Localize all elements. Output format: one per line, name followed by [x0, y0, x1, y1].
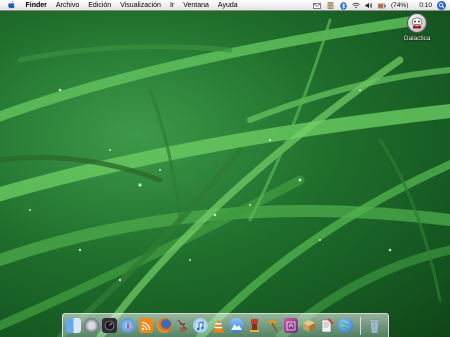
menu-archivo[interactable]: Archivo — [51, 0, 83, 11]
package-icon[interactable] — [302, 318, 317, 333]
network-globe-icon[interactable] — [337, 318, 353, 333]
firefox-icon[interactable] — [156, 318, 172, 333]
system-preferences-icon[interactable] — [84, 318, 100, 333]
menu-clock[interactable]: 0:10 — [419, 2, 432, 9]
rss-icon[interactable] — [138, 318, 154, 333]
menu-visualizacion[interactable]: Visualización — [116, 0, 166, 11]
volume-icon[interactable] — [365, 2, 373, 9]
trash-icon[interactable] — [367, 318, 382, 333]
dock-separator — [360, 316, 361, 335]
automator-icon[interactable] — [175, 318, 190, 333]
menu-ayuda[interactable]: Ayuda — [213, 0, 242, 11]
menu-edicion[interactable]: Edición — [84, 0, 116, 11]
menu-finder[interactable]: Finder — [21, 0, 51, 11]
hammer-icon[interactable] — [265, 318, 280, 333]
dock — [62, 313, 389, 337]
menu-ir[interactable]: Ir — [165, 0, 178, 11]
bluetooth-icon[interactable] — [339, 1, 347, 10]
hard-drive-icon — [407, 13, 427, 33]
mail-icon[interactable] — [313, 2, 321, 9]
menu-extras: (74%) 0:10 — [313, 0, 446, 11]
script-editor-icon[interactable] — [320, 318, 335, 333]
desktop-icon-galactica[interactable]: Galactica — [399, 13, 435, 42]
iphoto-icon[interactable] — [229, 318, 245, 333]
safari-icon[interactable] — [120, 318, 136, 333]
desktop-wallpaper — [0, 0, 450, 337]
photo-booth-icon[interactable] — [283, 318, 299, 333]
finder-icon[interactable] — [66, 318, 81, 333]
script-icon[interactable] — [326, 2, 334, 9]
game-icon[interactable] — [247, 318, 262, 333]
wifi-icon[interactable] — [352, 2, 360, 9]
battery-icon[interactable] — [378, 2, 386, 9]
spotlight-icon[interactable] — [437, 1, 446, 10]
itunes-icon[interactable] — [192, 318, 208, 333]
dashboard-icon[interactable] — [102, 318, 118, 333]
apple-menu-icon[interactable] — [7, 1, 15, 10]
desktop-icon-label: Galactica — [403, 35, 431, 42]
vlc-icon[interactable] — [211, 318, 226, 333]
grass-wallpaper — [0, 15, 450, 337]
menu-bar: Finder Archivo Edición Visualización Ir … — [0, 0, 450, 11]
menu-ventana[interactable]: Ventana — [179, 0, 214, 11]
battery-percentage[interactable]: (74%) — [391, 2, 408, 9]
